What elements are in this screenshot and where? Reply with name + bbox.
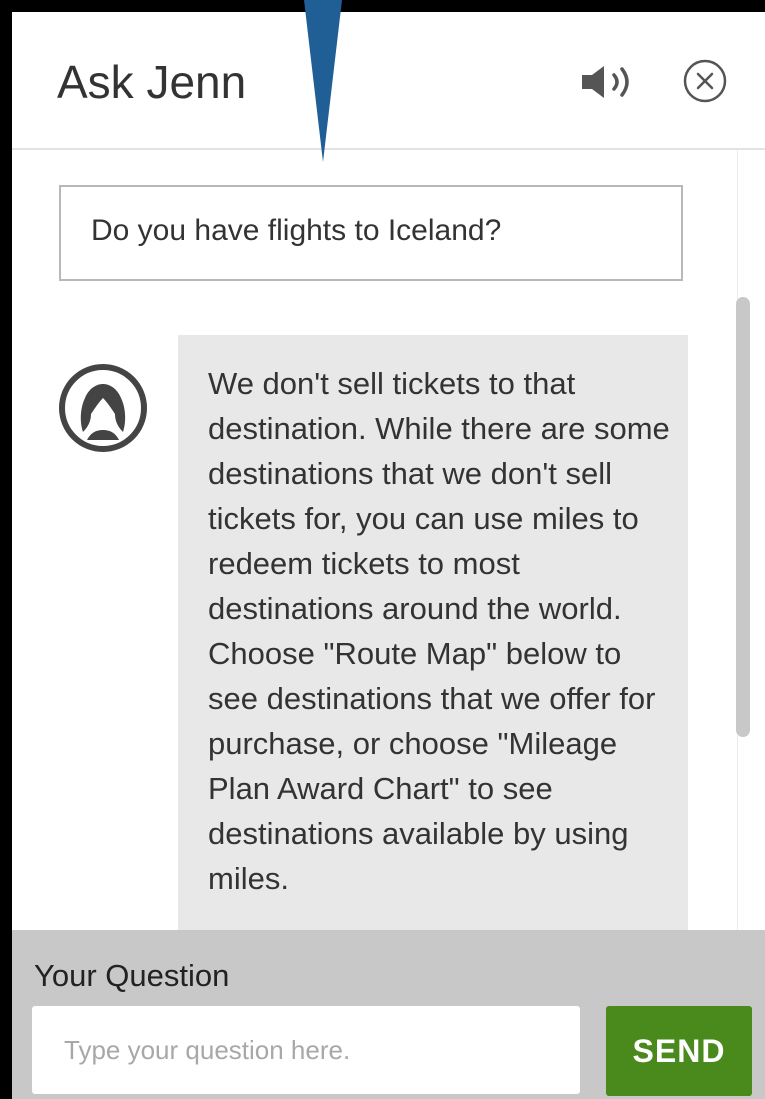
close-icon[interactable] [682, 58, 728, 104]
agent-avatar-icon [59, 364, 147, 452]
agent-message-bubble: We don't sell tickets to that destinatio… [178, 335, 688, 930]
chat-title: Ask Jenn [57, 56, 247, 108]
question-input[interactable] [32, 1006, 580, 1094]
user-message: Do you have flights to Iceland? [59, 185, 683, 281]
speaker-icon[interactable] [578, 62, 638, 102]
your-question-label: Your Question [34, 958, 230, 993]
screen-frame: Ask Jenn Do you have flights to Iceland? [0, 0, 765, 1099]
user-message-text: Do you have flights to Iceland? [91, 214, 502, 247]
conversation-area[interactable]: Do you have flights to Iceland? We don't… [12, 150, 737, 930]
send-button[interactable]: SEND [606, 1006, 752, 1096]
question-footer: Your Question SEND [12, 930, 765, 1099]
scrollbar-thumb[interactable] [736, 297, 750, 737]
agent-message-text: We don't sell tickets to that destinatio… [208, 366, 670, 896]
chat-header: Ask Jenn [12, 12, 765, 150]
chat-panel: Ask Jenn Do you have flights to Iceland? [12, 12, 765, 1099]
